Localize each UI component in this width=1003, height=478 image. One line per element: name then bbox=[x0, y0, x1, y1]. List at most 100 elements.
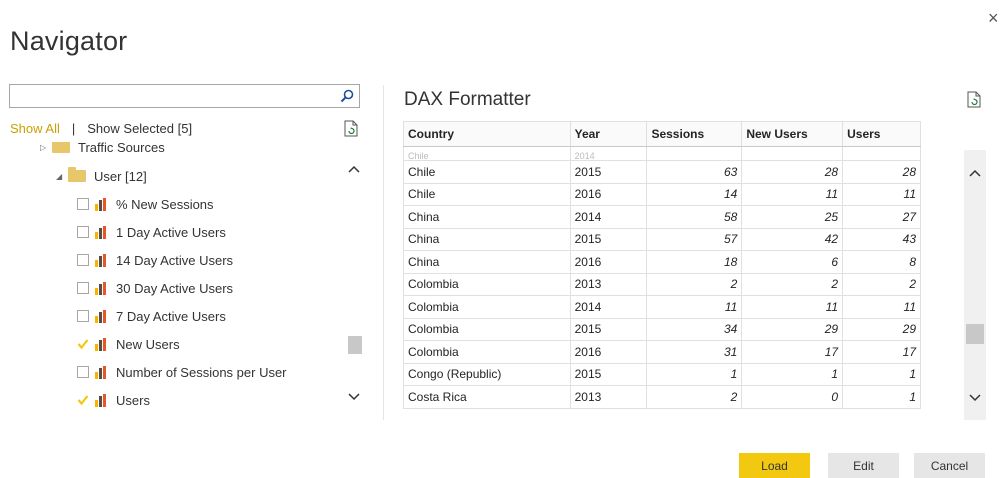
check-icon bbox=[77, 338, 89, 350]
close-icon[interactable]: × bbox=[988, 8, 999, 29]
edit-button[interactable]: Edit bbox=[828, 453, 899, 478]
checkbox[interactable] bbox=[77, 226, 89, 238]
table-cell: 2 bbox=[741, 272, 844, 296]
measure-icon bbox=[95, 225, 106, 239]
tree-scrollbar[interactable] bbox=[346, 158, 362, 408]
table-cell: Colombia bbox=[403, 272, 571, 296]
cancel-button[interactable]: Cancel bbox=[914, 453, 985, 478]
tree-item[interactable]: Users bbox=[77, 389, 150, 411]
collapse-caret-icon[interactable]: ◢ bbox=[56, 172, 68, 181]
show-selected-link[interactable]: Show Selected [5] bbox=[87, 121, 192, 136]
measure-icon bbox=[95, 365, 106, 379]
scroll-down-icon[interactable] bbox=[346, 390, 362, 404]
table-row: China 2014 58 25 27 bbox=[403, 205, 921, 229]
table-cell: 0 bbox=[741, 385, 844, 409]
tree-item-label: 1 Day Active Users bbox=[116, 224, 226, 240]
tree-item-label: Number of Sessions per User bbox=[116, 364, 287, 380]
column-header-country[interactable]: Country bbox=[403, 121, 571, 147]
scroll-up-icon[interactable] bbox=[964, 166, 986, 180]
checkbox[interactable] bbox=[77, 198, 89, 210]
table-cell: 2014 bbox=[569, 295, 648, 319]
navigator-tree: ▷ Traffic Sources ◢ User [12] % New Sess… bbox=[40, 142, 340, 420]
table-cell: 11 bbox=[741, 295, 844, 319]
tree-item[interactable]: 14 Day Active Users bbox=[77, 249, 233, 271]
table-cell bbox=[741, 146, 844, 161]
table-cell: China bbox=[403, 227, 571, 251]
tree-item[interactable]: 7 Day Active Users bbox=[77, 305, 226, 327]
tree-item-label: Users bbox=[116, 392, 150, 408]
table-row-partial: Chile 2014 bbox=[403, 146, 921, 161]
tree-folder-partial[interactable]: ▷ Traffic Sources bbox=[40, 142, 165, 158]
measure-icon bbox=[95, 253, 106, 267]
tree-item-label: % New Sessions bbox=[116, 196, 214, 212]
column-header-new-users[interactable]: New Users bbox=[741, 121, 844, 147]
tree-item[interactable]: % New Sessions bbox=[77, 193, 214, 215]
expand-caret-icon[interactable]: ▷ bbox=[40, 143, 52, 152]
checkbox[interactable] bbox=[77, 366, 89, 378]
table-cell: 31 bbox=[646, 340, 743, 364]
search-icon[interactable] bbox=[335, 85, 359, 107]
table-cell: 42 bbox=[741, 227, 844, 251]
table-cell: China bbox=[403, 205, 571, 229]
table-cell: 2 bbox=[646, 385, 743, 409]
tree-item[interactable]: New Users bbox=[77, 333, 180, 355]
table-cell: 2014 bbox=[569, 146, 648, 161]
scroll-up-icon[interactable] bbox=[346, 162, 362, 176]
table-cell: 1 bbox=[842, 385, 921, 409]
table-cell: 27 bbox=[842, 205, 921, 229]
column-header-users[interactable]: Users bbox=[842, 121, 921, 147]
table-cell: 18 bbox=[646, 250, 743, 274]
checkbox[interactable] bbox=[77, 282, 89, 294]
table-cell: 14 bbox=[646, 182, 743, 206]
preview-table: Country Year Sessions New Users Users Ch… bbox=[403, 121, 921, 409]
filter-separator: | bbox=[71, 121, 76, 136]
scroll-thumb[interactable] bbox=[966, 324, 984, 344]
measure-icon bbox=[95, 197, 106, 211]
checkbox-checked[interactable] bbox=[77, 394, 89, 406]
table-row: Colombia 2014 11 11 11 bbox=[403, 295, 921, 319]
tree-item[interactable]: Number of Sessions per User bbox=[77, 361, 287, 383]
table-cell: 11 bbox=[741, 182, 844, 206]
table-cell: 11 bbox=[842, 295, 921, 319]
table-row: Chile 2015 63 28 28 bbox=[403, 160, 921, 184]
check-icon bbox=[77, 394, 89, 406]
tree-item[interactable]: 1 Day Active Users bbox=[77, 221, 226, 243]
table-row: Chile 2016 14 11 11 bbox=[403, 182, 921, 206]
table-scrollbar[interactable] bbox=[964, 150, 986, 420]
table-cell: 29 bbox=[842, 317, 921, 341]
search-box bbox=[9, 84, 360, 108]
table-cell: 2 bbox=[646, 272, 743, 296]
tree-item[interactable]: 30 Day Active Users bbox=[77, 277, 233, 299]
search-input[interactable] bbox=[10, 85, 345, 107]
table-cell: 2016 bbox=[569, 340, 648, 364]
checkbox[interactable] bbox=[77, 310, 89, 322]
checkbox[interactable] bbox=[77, 254, 89, 266]
tree-item-label: 30 Day Active Users bbox=[116, 280, 234, 296]
folder-icon bbox=[68, 167, 86, 182]
table-row: Colombia 2013 2 2 2 bbox=[403, 272, 921, 296]
tree-item-label: New Users bbox=[116, 336, 180, 352]
table-cell: 2 bbox=[842, 272, 921, 296]
table-cell: 29 bbox=[741, 317, 844, 341]
table-cell: 2015 bbox=[569, 317, 648, 341]
load-button[interactable]: Load bbox=[739, 453, 810, 478]
table-cell: China bbox=[403, 250, 571, 274]
table-cell: Congo (Republic) bbox=[403, 362, 571, 386]
tree-folder-user[interactable]: ◢ User [12] bbox=[56, 165, 147, 187]
table-cell: Colombia bbox=[403, 317, 571, 341]
show-all-link[interactable]: Show All bbox=[10, 121, 60, 136]
scroll-thumb[interactable] bbox=[348, 336, 362, 354]
refresh-icon[interactable] bbox=[344, 120, 358, 142]
table-cell: 63 bbox=[646, 160, 743, 184]
checkbox-checked[interactable] bbox=[77, 338, 89, 350]
table-cell: 28 bbox=[842, 160, 921, 184]
column-header-sessions[interactable]: Sessions bbox=[646, 121, 743, 147]
table-cell: 2016 bbox=[569, 250, 648, 274]
column-header-year[interactable]: Year bbox=[569, 121, 648, 147]
measure-icon bbox=[95, 309, 106, 323]
refresh-icon[interactable] bbox=[967, 91, 981, 113]
scroll-down-icon[interactable] bbox=[964, 391, 986, 405]
table-cell: 2015 bbox=[569, 227, 648, 251]
folder-icon bbox=[52, 142, 70, 153]
tree-folder-label: Traffic Sources bbox=[78, 142, 165, 155]
